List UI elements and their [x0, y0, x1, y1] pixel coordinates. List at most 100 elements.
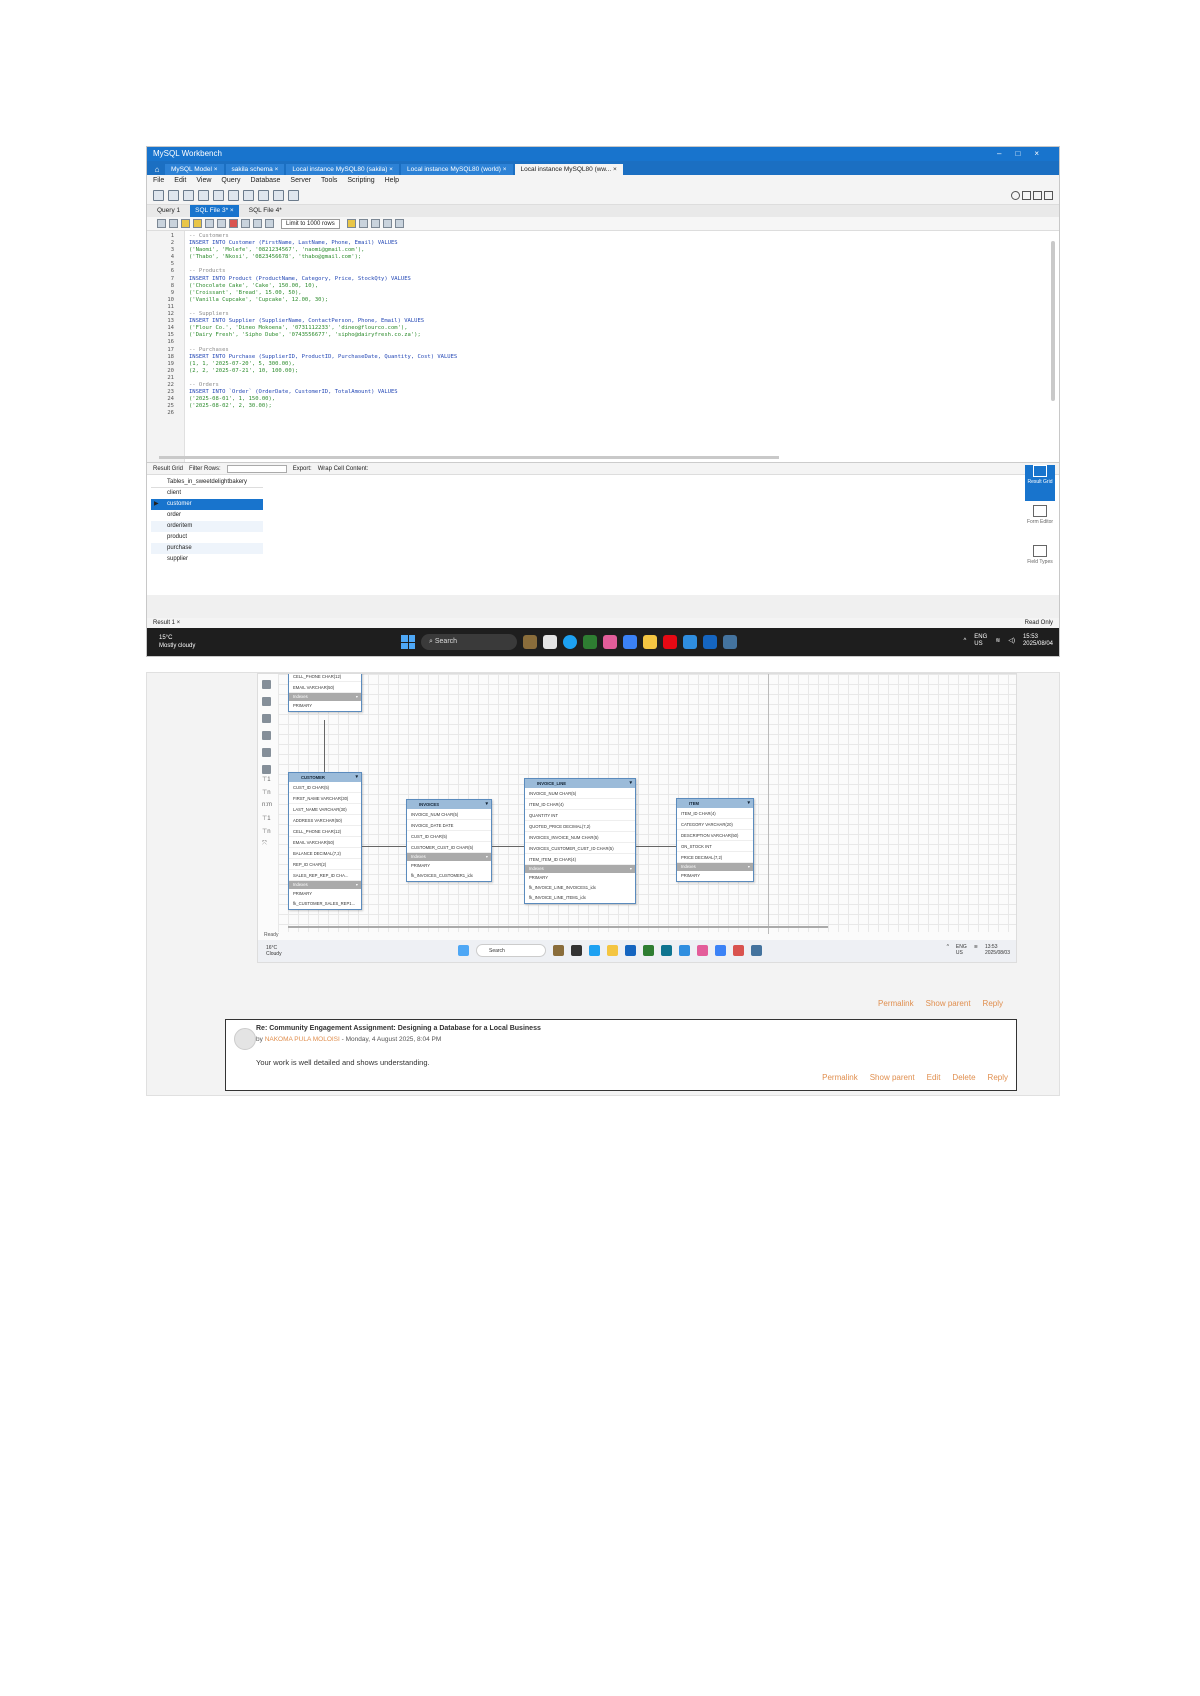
code-line[interactable]: -- Customers — [189, 233, 1059, 240]
editor-vertical-scrollbar[interactable] — [1051, 241, 1055, 401]
maximize-button[interactable]: □ — [1015, 149, 1034, 158]
reply-show-parent-link[interactable]: Show parent — [870, 1073, 915, 1082]
new-sql-tab-icon[interactable] — [153, 190, 164, 201]
rel-1-1-id-icon[interactable]: ⊤1 — [262, 815, 274, 828]
code-line[interactable] — [189, 261, 1059, 268]
clock[interactable]: 15:53 2025/08/04 — [1023, 634, 1053, 648]
menu-database[interactable]: Database — [250, 175, 280, 187]
wifi-icon[interactable]: ≋ — [995, 638, 1000, 645]
code-line[interactable]: -- Orders — [189, 382, 1059, 389]
tab-instance-world[interactable]: Local instance MySQL80 (world) × — [400, 164, 513, 175]
code-line[interactable]: ('2025-08-01', 1, 150.00), — [189, 396, 1059, 403]
code-line[interactable]: (2, 2, '2025-07-21', 10, 100.00); — [189, 368, 1059, 375]
code-line[interactable]: INSERT INTO `Order` (OrderDate, Customer… — [189, 389, 1059, 396]
copilot-icon[interactable] — [603, 635, 617, 649]
er-table-invoices[interactable]: INVOICES INVOICE_NUM CHAR(5) INVOICE_DAT… — [406, 799, 492, 882]
form-editor-button[interactable]: Form Editor — [1025, 505, 1055, 541]
file-explorer-icon[interactable] — [643, 635, 657, 649]
tab-sql-file-3[interactable]: SQL File 3* × — [190, 205, 239, 217]
code-line[interactable]: ('Croissant', 'Bread', 15.00, 50), — [189, 290, 1059, 297]
tab-model[interactable]: MySQL Model × — [165, 164, 224, 175]
code-line[interactable]: ('Vanilla Cupcake', 'Cupcake', 12.00, 30… — [189, 297, 1059, 304]
explain-icon[interactable] — [205, 219, 214, 228]
code-line[interactable]: ('Thabo', 'Nkosi', '0823456678', 'thabo@… — [189, 254, 1059, 261]
er-table-partial[interactable]: CELL_PHONE CHAR(12) EMAIL VARCHAR(50) In… — [288, 674, 362, 712]
tab-sql-file-4[interactable]: SQL File 4* — [245, 205, 286, 217]
grid-column-header[interactable]: Tables_in_sweetdelightbakery — [151, 477, 263, 488]
menu-server[interactable]: Server — [290, 175, 311, 187]
reconnect-icon[interactable] — [288, 190, 299, 201]
code-line[interactable]: INSERT INTO Supplier (SupplierName, Cont… — [189, 318, 1059, 325]
er-canvas[interactable] — [278, 674, 1016, 932]
result-grid-label[interactable]: Result Grid — [153, 466, 183, 472]
rel-1-n-id-icon[interactable]: ⊤n — [262, 828, 274, 841]
mysql-workbench-icon[interactable] — [723, 635, 737, 649]
weather-widget[interactable]: 15°C Mostly cloudy — [159, 634, 195, 650]
settings-icon[interactable] — [1011, 191, 1020, 200]
table-row[interactable]: purchase — [151, 543, 263, 554]
er-app-icon[interactable] — [643, 945, 654, 956]
create-schema-icon[interactable] — [198, 190, 209, 201]
table-row[interactable]: orderitem — [151, 521, 263, 532]
bookmark-icon[interactable] — [346, 219, 356, 228]
sql-editor[interactable]: 1 2 3 4 5 6 7 8 9 10 11 12 13 14 15 16 17 18 19 20 21 22 23 24 2… — [147, 231, 1059, 463]
er-connector[interactable] — [636, 846, 676, 847]
reply-link[interactable]: Reply — [983, 999, 1003, 1008]
inspector-icon[interactable] — [183, 190, 194, 201]
text-tool-icon[interactable] — [262, 731, 271, 740]
er-app-icon[interactable] — [697, 945, 708, 956]
limit-rows-select[interactable]: Limit to 1000 rows — [281, 218, 340, 229]
er-taskbar-search[interactable]: Search — [476, 944, 546, 957]
code-line[interactable] — [189, 375, 1059, 382]
menu-file[interactable]: File — [153, 175, 164, 187]
er-connector[interactable] — [492, 846, 524, 847]
code-line[interactable]: -- Suppliers — [189, 311, 1059, 318]
execute-current-icon[interactable] — [193, 219, 202, 228]
reply-reply-link[interactable]: Reply — [988, 1073, 1008, 1082]
secondary-sidebar-toggle-icon[interactable] — [1044, 191, 1053, 200]
wrap-cell-label[interactable]: Wrap Cell Content: — [318, 466, 369, 472]
result-grid-view-button[interactable]: Result Grid — [1025, 465, 1055, 501]
eraser-tool-icon[interactable] — [262, 697, 271, 706]
code-line[interactable]: INSERT INTO Product (ProductName, Catego… — [189, 276, 1059, 283]
store-icon[interactable] — [623, 635, 637, 649]
create-table-icon[interactable] — [213, 190, 224, 201]
image-tool-icon[interactable] — [262, 748, 271, 757]
excel-icon[interactable] — [583, 635, 597, 649]
er-clock[interactable]: 13:53 2025/08/03 — [985, 944, 1010, 956]
show-parent-link[interactable]: Show parent — [926, 999, 971, 1008]
filter-rows-input[interactable] — [226, 464, 287, 473]
edge-icon[interactable] — [563, 635, 577, 649]
er-windows-start-icon[interactable] — [458, 945, 469, 956]
task-view-icon[interactable] — [523, 635, 537, 649]
er-app-icon[interactable] — [589, 945, 600, 956]
rel-1-1-icon[interactable]: ⊤1 — [262, 776, 274, 789]
code-line[interactable]: INSERT INTO Purchase (SupplierID, Produc… — [189, 354, 1059, 361]
search-table-icon[interactable] — [273, 190, 284, 201]
er-indexes-header[interactable]: Indexes — [407, 853, 491, 861]
code-line[interactable]: -- Purchases — [189, 347, 1059, 354]
find-icon[interactable] — [370, 219, 380, 228]
rollback-icon[interactable] — [253, 219, 262, 228]
er-app-icon[interactable] — [661, 945, 672, 956]
er-app-icon[interactable] — [553, 945, 564, 956]
word-wrap-icon[interactable] — [394, 219, 404, 228]
er-app-icon[interactable] — [733, 945, 744, 956]
er-table-customer[interactable]: CUSTOMER CUST_ID CHAR(5) FIRST_NAME VARC… — [288, 772, 362, 910]
er-app-icon[interactable] — [751, 945, 762, 956]
er-indexes-header[interactable]: Indexes — [289, 881, 361, 889]
window-controls[interactable]: –□× — [997, 147, 1053, 161]
code-line[interactable]: ('2025-08-02', 2, 30.00); — [189, 403, 1059, 410]
table-row[interactable]: product — [151, 532, 263, 543]
hand-tool-icon[interactable] — [262, 680, 271, 689]
er-weather-widget[interactable]: 16°C Cloudy — [266, 945, 282, 957]
er-indexes-header[interactable]: Indexes — [525, 865, 635, 873]
er-tray-chevron-icon[interactable]: ^ — [947, 944, 949, 956]
code-line[interactable]: ('Dairy Fresh', 'Sipho Dube', '074355667… — [189, 332, 1059, 339]
lang-indicator[interactable]: ENG US — [974, 634, 987, 648]
er-lang-indicator[interactable]: ENG US — [956, 944, 967, 956]
table-tool-icon[interactable] — [262, 765, 271, 774]
menu-scripting[interactable]: Scripting — [347, 175, 374, 187]
invisible-chars-icon[interactable] — [382, 219, 392, 228]
tab-query-1[interactable]: Query 1 — [153, 205, 184, 217]
